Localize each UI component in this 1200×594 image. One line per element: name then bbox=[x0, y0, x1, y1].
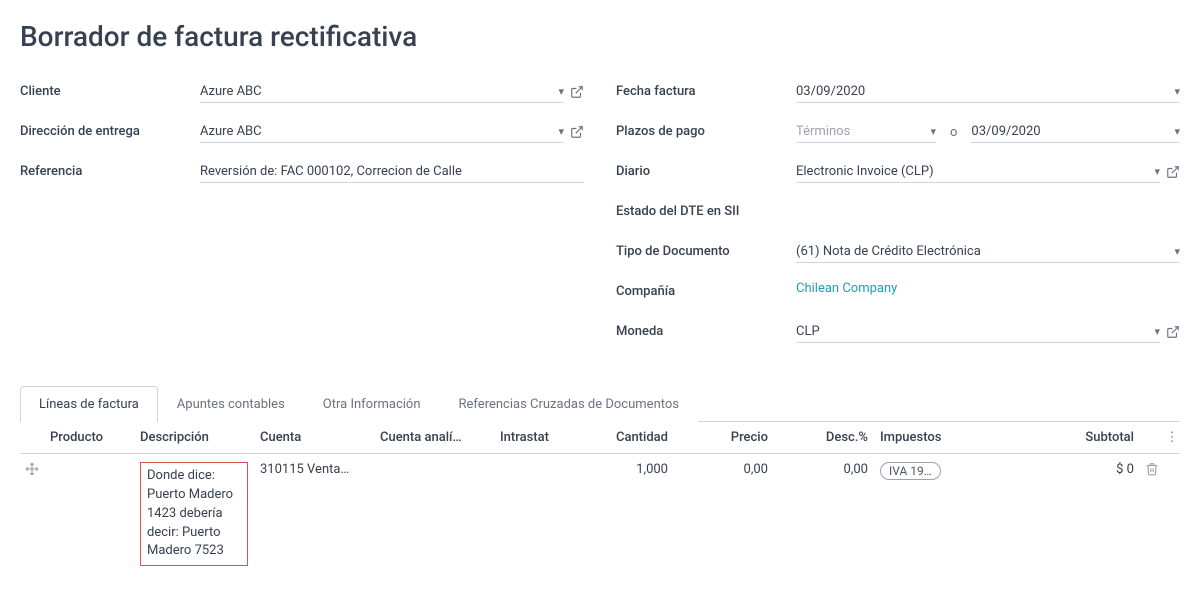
fecha-input[interactable]: 03/09/2020 ▾ bbox=[796, 81, 1180, 103]
cliente-select[interactable]: Azure ABC ▾ bbox=[200, 81, 564, 103]
fecha-label: Fecha factura bbox=[616, 81, 796, 99]
col-cuenta: Cuenta bbox=[254, 430, 374, 445]
plazos-placeholder: Términos bbox=[796, 124, 850, 139]
external-link-icon[interactable] bbox=[570, 85, 584, 99]
chevron-down-icon: ▾ bbox=[1174, 85, 1180, 98]
col-cantidad: Cantidad bbox=[574, 430, 674, 445]
referencia-label: Referencia bbox=[20, 161, 200, 179]
direccion-value: Azure ABC bbox=[200, 124, 262, 139]
moneda-value: CLP bbox=[796, 324, 820, 339]
tipo-label: Tipo de Documento bbox=[616, 241, 796, 259]
col-producto: Producto bbox=[44, 430, 134, 445]
col-analitica: Cuenta analí… bbox=[374, 430, 494, 445]
tab-otra-informacion[interactable]: Otra Información bbox=[304, 386, 440, 422]
cell-subtotal: $ 0 bbox=[974, 462, 1140, 477]
cell-cuenta[interactable]: 310115 Venta… bbox=[254, 462, 374, 477]
col-impuestos: Impuestos bbox=[874, 430, 974, 445]
invoice-lines-table: Producto Descripción Cuenta Cuenta analí… bbox=[20, 422, 1180, 574]
diario-label: Diario bbox=[616, 161, 796, 179]
tab-apuntes-contables[interactable]: Apuntes contables bbox=[158, 386, 304, 422]
estado-label: Estado del DTE en SII bbox=[616, 201, 796, 219]
external-link-icon[interactable] bbox=[1166, 325, 1180, 339]
plazos-separator: o bbox=[942, 125, 965, 140]
referencia-value: Reversión de: FAC 000102, Correcion de C… bbox=[200, 164, 462, 179]
diario-value: Electronic Invoice (CLP) bbox=[796, 164, 934, 179]
form-right-column: Fecha factura 03/09/2020 ▾ Plazos de pag… bbox=[616, 81, 1180, 361]
plazos-label: Plazos de pago bbox=[616, 121, 796, 139]
col-precio: Precio bbox=[674, 430, 774, 445]
cell-impuestos[interactable]: IVA 19… bbox=[874, 462, 974, 480]
external-link-icon[interactable] bbox=[570, 125, 584, 139]
table-row[interactable]: Donde dice: Puerto Madero 1423 debería d… bbox=[20, 454, 1180, 574]
moneda-select[interactable]: CLP ▾ bbox=[796, 321, 1160, 343]
cliente-value: Azure ABC bbox=[200, 84, 262, 99]
tabs: Líneas de factura Apuntes contables Otra… bbox=[20, 385, 1180, 422]
col-desc: Desc.% bbox=[774, 430, 874, 445]
cell-cantidad[interactable]: 1,000 bbox=[574, 462, 674, 477]
plazos-date-input[interactable]: 03/09/2020 ▾ bbox=[971, 121, 1180, 143]
page-title: Borrador de factura rectificativa bbox=[20, 20, 1180, 53]
direccion-select[interactable]: Azure ABC ▾ bbox=[200, 121, 564, 143]
trash-icon[interactable] bbox=[1140, 462, 1164, 476]
col-subtotal: Subtotal bbox=[974, 430, 1140, 445]
tab-lineas-factura[interactable]: Líneas de factura bbox=[20, 386, 158, 422]
referencia-input[interactable]: Reversión de: FAC 000102, Correcion de C… bbox=[200, 161, 584, 183]
drag-handle-icon[interactable] bbox=[20, 462, 44, 476]
fecha-value: 03/09/2020 bbox=[796, 84, 865, 99]
diario-select[interactable]: Electronic Invoice (CLP) ▾ bbox=[796, 161, 1160, 183]
col-intrastat: Intrastat bbox=[494, 430, 574, 445]
compania-link[interactable]: Chilean Company bbox=[796, 281, 897, 296]
chevron-down-icon: ▾ bbox=[1174, 125, 1180, 138]
plazos-terminos-select[interactable]: Términos ▾ bbox=[796, 121, 936, 143]
chevron-down-icon: ▾ bbox=[1154, 325, 1160, 338]
plazos-date-value: 03/09/2020 bbox=[971, 124, 1040, 139]
chevron-down-icon: ▾ bbox=[558, 85, 564, 98]
chevron-down-icon: ▾ bbox=[1154, 165, 1160, 178]
external-link-icon[interactable] bbox=[1166, 165, 1180, 179]
moneda-label: Moneda bbox=[616, 321, 796, 339]
cliente-label: Cliente bbox=[20, 81, 200, 99]
col-descripcion: Descripción bbox=[134, 430, 254, 445]
tipo-select[interactable]: (61) Nota de Crédito Electrónica ▾ bbox=[796, 241, 1180, 263]
tab-referencias-cruzadas[interactable]: Referencias Cruzadas de Documentos bbox=[440, 386, 698, 422]
tax-pill[interactable]: IVA 19… bbox=[880, 462, 941, 480]
kebab-icon[interactable]: ⋮ bbox=[1164, 430, 1180, 445]
chevron-down-icon: ▾ bbox=[558, 125, 564, 138]
cell-descripcion[interactable]: Donde dice: Puerto Madero 1423 debería d… bbox=[140, 462, 248, 566]
cell-desc[interactable]: 0,00 bbox=[774, 462, 874, 477]
form-left-column: Cliente Azure ABC ▾ Dirección de entrega… bbox=[20, 81, 584, 361]
compania-label: Compañía bbox=[616, 281, 796, 299]
chevron-down-icon: ▾ bbox=[1174, 245, 1180, 258]
direccion-label: Dirección de entrega bbox=[20, 121, 200, 139]
cell-precio[interactable]: 0,00 bbox=[674, 462, 774, 477]
chevron-down-icon: ▾ bbox=[930, 125, 936, 138]
tipo-value: (61) Nota de Crédito Electrónica bbox=[796, 244, 981, 259]
